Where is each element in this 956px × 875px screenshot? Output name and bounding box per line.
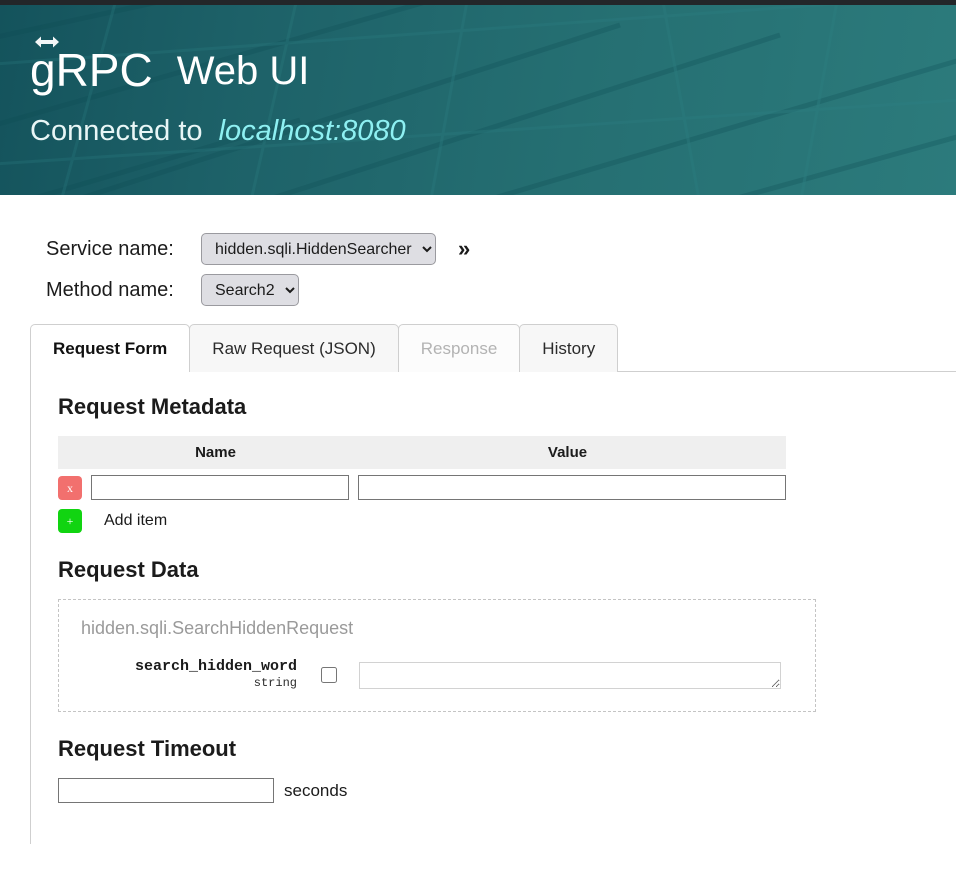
selector-area: Service name: hidden.sqli.HiddenSearcher…: [0, 195, 956, 306]
tab-response[interactable]: Response: [397, 324, 521, 372]
add-item-button[interactable]: +: [58, 509, 82, 533]
request-field-name: search_hidden_word: [134, 658, 297, 675]
metadata-remove-cell: x: [58, 469, 82, 500]
method-name-select[interactable]: Search2: [201, 274, 299, 306]
request-field-label: search_hidden_word string: [81, 658, 303, 691]
method-name-label: Method name:: [46, 278, 174, 301]
request-data-title: Request Data: [58, 557, 199, 582]
add-metadata-row[interactable]: + Add item: [58, 509, 956, 533]
brand-logo: gRPC: [30, 36, 153, 96]
metadata-header-value: Value: [349, 436, 786, 469]
connected-target: localhost:8080: [218, 115, 406, 147]
metadata-value-cell: [349, 469, 786, 500]
request-form-panel: Request Metadata Name Value x + Add item…: [30, 372, 956, 844]
request-field-row: search_hidden_word string: [81, 658, 793, 691]
metadata-value-input[interactable]: [358, 475, 786, 500]
metadata-header-row: Name Value: [58, 436, 786, 469]
brand-grpc-text: gRPC: [30, 44, 153, 96]
request-message-type: hidden.sqli.SearchHiddenRequest: [81, 618, 354, 638]
table-row: x: [58, 469, 786, 500]
metadata-header-name: Name: [82, 436, 349, 469]
brand-webui-text: Web UI: [176, 49, 310, 93]
request-field-checkbox[interactable]: [321, 667, 337, 684]
request-field-textarea[interactable]: [359, 661, 781, 689]
grpc-arrow-logo-icon: [35, 36, 59, 48]
request-metadata-table: Name Value x: [58, 436, 786, 500]
request-metadata-title: Request Metadata: [58, 394, 247, 419]
connected-label: Connected to: [30, 115, 203, 147]
metadata-header-actions: [58, 436, 82, 469]
request-timeout-row: seconds: [58, 778, 956, 804]
request-timeout-input[interactable]: [58, 778, 274, 804]
metadata-name-cell: [82, 469, 349, 500]
request-field-type: string: [253, 675, 297, 690]
method-name-row: Method name: Search2: [46, 274, 956, 306]
tab-request-form[interactable]: Request Form: [30, 324, 191, 373]
double-chevron-right-icon[interactable]: »: [458, 238, 470, 260]
add-item-label[interactable]: Add item: [104, 512, 167, 530]
metadata-name-input[interactable]: [91, 475, 349, 500]
service-name-select[interactable]: hidden.sqli.HiddenSearcher: [201, 233, 436, 265]
app-header-banner: gRPC Web UI Connected to localhost:8080: [0, 5, 956, 195]
remove-metadata-row-button[interactable]: x: [58, 475, 82, 500]
connection-status: Connected to localhost:8080: [30, 115, 956, 148]
brand-row: gRPC Web UI: [30, 31, 956, 93]
tab-raw-request-json[interactable]: Raw Request (JSON): [189, 324, 399, 372]
service-name-label: Service name:: [46, 237, 174, 260]
tab-bar: Request Form Raw Request (JSON) Response…: [30, 324, 956, 373]
request-data-box: hidden.sqli.SearchHiddenRequest search_h…: [58, 599, 816, 713]
request-timeout-unit-label: seconds: [284, 780, 348, 800]
request-timeout-title: Request Timeout: [58, 736, 237, 762]
tab-history[interactable]: History: [519, 324, 619, 372]
service-name-row: Service name: hidden.sqli.HiddenSearcher…: [46, 233, 956, 265]
